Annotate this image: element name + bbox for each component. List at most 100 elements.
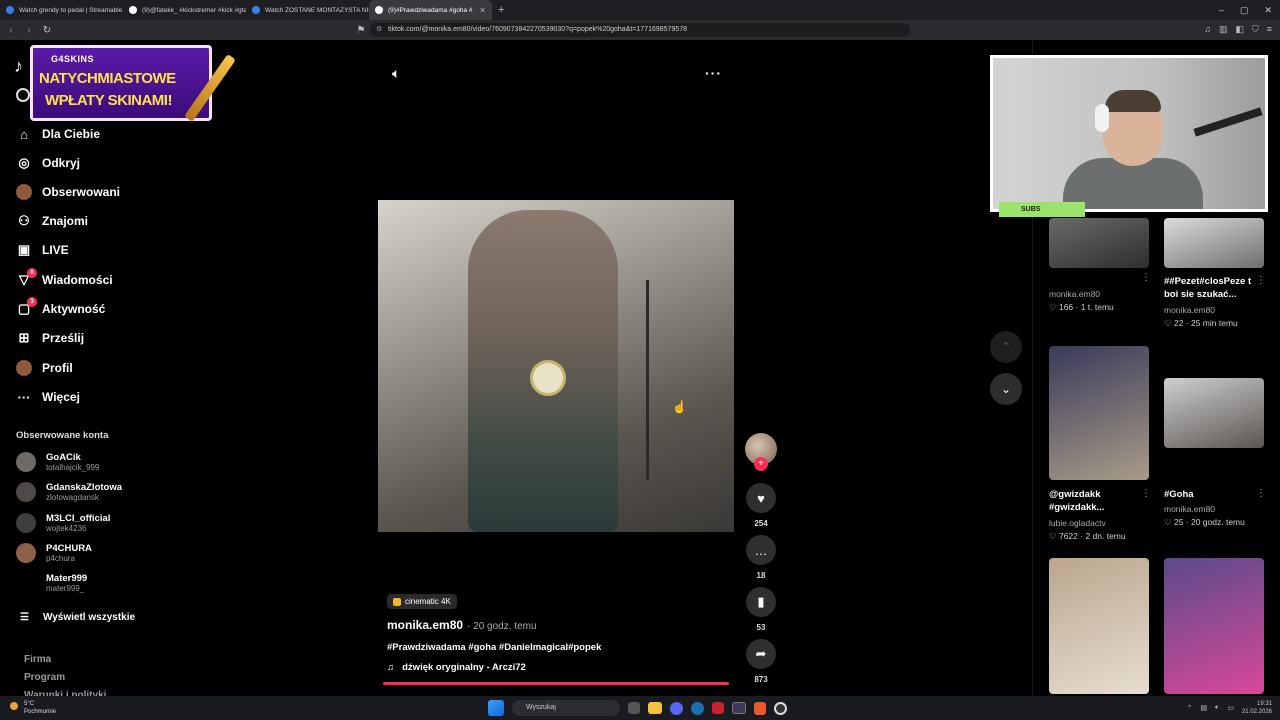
sidebar-item-wiadomości[interactable]: ▽ 6 Wiadomości [16,268,113,290]
battery-icon[interactable]: ▭ [1227,704,1234,712]
card-author[interactable]: monika.em80 [1164,504,1215,514]
browser-tab[interactable]: Watch grendy to pedal | Streamable [0,0,123,20]
follow-plus-icon[interactable]: + [754,457,768,471]
sidebar-item-dla-ciebie[interactable]: ⌂ Dla Ciebie [16,124,100,144]
more-options-icon[interactable]: ⋮ [1141,488,1151,499]
sidebar-item-więcej[interactable]: ··· Więcej [16,387,80,407]
discord-icon[interactable] [670,701,683,715]
heart-icon[interactable]: ♥ [746,483,776,513]
sidebar-item-prześlij[interactable]: ⊞ Prześlij [16,328,84,348]
video-player[interactable] [378,200,734,532]
more-options-icon[interactable]: ⋮ [1141,272,1151,283]
avatar[interactable] [16,482,36,502]
more-options-icon[interactable]: ⋮ [1256,275,1266,286]
task-view-icon[interactable] [628,702,640,714]
close-window-icon[interactable]: ✕ [1264,5,1272,16]
like-action[interactable]: ♥ 254 [743,483,779,528]
extension-icon[interactable]: ♫ [1204,24,1211,35]
search-icon[interactable] [16,88,30,102]
previous-video-button[interactable]: ⌃ [990,331,1022,363]
save-action[interactable]: ▮ 53 [743,587,779,632]
followed-account[interactable]: P4CHURA p4chura [16,543,92,563]
forward-icon[interactable]: › [22,25,36,36]
avatar[interactable] [16,543,36,563]
more-options-icon[interactable]: ··· [705,65,722,81]
bookmark-icon[interactable]: ▮ [746,587,776,617]
video-thumbnail[interactable] [1164,558,1264,694]
video-thumbnail[interactable] [1049,346,1149,480]
file-explorer-icon[interactable] [648,702,662,714]
sidebar-item-live[interactable]: ▣ LIVE [16,240,69,260]
browser-tab[interactable]: Watch ZOSTANE MONTAZYSTA NIE!! [246,0,369,20]
card-title[interactable]: ##Pezet#closPeze t boi sie szukać... [1164,275,1264,301]
avatar[interactable]: + [745,433,777,471]
network-icon[interactable]: ▤ [1201,704,1208,712]
browser-tab[interactable]: (9)@fatekk_ #kickstremer #kick #gta [123,0,246,20]
sidebar-item-obserwowani[interactable]: ● Obserwowani [16,182,120,202]
footer-link[interactable]: Program [24,672,65,683]
weather-icon[interactable] [10,702,18,710]
site-info-icon[interactable]: ⚙ [376,23,382,37]
avatar[interactable] [16,573,36,593]
wallet-icon[interactable]: ◧ [1235,24,1244,35]
minimize-icon[interactable]: – [1219,5,1224,16]
creator-avatar[interactable]: + [743,433,779,471]
video-thumbnail[interactable] [1164,378,1264,448]
video-thumbnail[interactable] [1049,558,1149,694]
sidebar-item-znajomi[interactable]: ⚇ Znajomi [16,211,88,231]
comment-icon[interactable]: … [746,535,776,565]
video-hashtags[interactable]: #Prawdziwadama #goha #Danielmagical#pope… [387,642,601,653]
back-icon[interactable]: ‹ [4,25,18,36]
avatar[interactable] [16,513,36,533]
comment-action[interactable]: … 18 [743,535,779,580]
avatar[interactable] [16,452,36,472]
next-video-button[interactable]: ⌄ [990,373,1022,405]
sidebar-item-profil[interactable]: ● Profil [16,358,73,378]
sidebar-item-aktywność[interactable]: ▢ 3 Aktywność [16,297,105,319]
windows-start-icon[interactable] [488,700,504,716]
volume-icon[interactable]: 🔈︎ [392,65,400,82]
chevron-up-icon[interactable]: ⌃ [1187,704,1193,712]
clock[interactable]: 19:31 21.02.2026 [1242,700,1272,716]
video-progress-bar[interactable] [383,682,729,685]
maximize-icon[interactable]: ▢ [1240,5,1249,16]
browser-tab[interactable]: (9)#Prawdziwadama #goha # ✕ [369,0,492,20]
sidebar-item-odkryj[interactable]: ◎ Odkryj [16,153,80,173]
effect-tag[interactable]: cinematic 4K [387,594,457,609]
footer-link[interactable]: Firma [24,654,51,665]
share-icon[interactable]: ➦ [746,639,776,669]
new-tab-button[interactable]: + [492,4,510,16]
volume-tray-icon[interactable]: 🔈︎ [1215,704,1219,712]
bookmark-icon[interactable]: ⚑ [354,25,368,36]
taskbar-search[interactable]: Wyszukaj [512,700,620,716]
reload-icon[interactable]: ↻ [40,25,54,36]
card-title[interactable]: @gwizdakk #gwizdakk... [1049,488,1149,514]
followed-account[interactable]: M3LCI_official wojtek4236 [16,513,110,533]
followed-account[interactable]: Mater999 mater999_ [16,573,87,593]
close-tab-icon[interactable]: ✕ [479,6,486,15]
followed-account[interactable]: GoACik totalhajcik_999 [16,452,99,472]
promo-banner[interactable]: G4SKINS NATYCHMIASTOWE WPŁATY SKINAMI! [30,45,212,121]
video-thumbnail[interactable] [1049,218,1149,268]
steam-icon[interactable] [691,701,704,715]
sound-link[interactable]: ♫ dźwięk oryginalny - Arczi72 [387,662,526,673]
obs-icon[interactable] [774,701,787,715]
share-action[interactable]: ➦ 873 [743,639,779,684]
app-icon[interactable] [712,702,724,714]
card-author[interactable]: monika.em80 [1164,305,1215,315]
card-author[interactable]: lubie.ogladactv [1049,518,1106,528]
sidebar-toggle-icon[interactable]: ▥ [1219,24,1228,35]
followed-account[interactable]: GdanskaZlotowa zlotowagdansk [16,482,122,502]
author-name[interactable]: monika.em80 [387,618,463,632]
card-author[interactable]: monika.em80 [1049,289,1100,299]
card-title[interactable]: #Goha [1164,488,1264,501]
terminal-icon[interactable] [732,702,746,714]
video-thumbnail[interactable] [1164,218,1264,268]
weather-widget[interactable]: 5°C Pochmurnie [24,700,56,716]
show-all-button[interactable]: ☰ Wyświetl wszystkie [20,612,135,623]
url-input[interactable]: ⚙ tiktok.com/@monika.em80/video/76090738… [370,23,910,37]
menu-icon[interactable]: ≡ [1267,24,1272,35]
more-options-icon[interactable]: ⋮ [1256,488,1266,499]
tiktok-logo-icon[interactable]: ♪ [14,56,23,77]
brave-browser-icon[interactable] [754,701,766,715]
